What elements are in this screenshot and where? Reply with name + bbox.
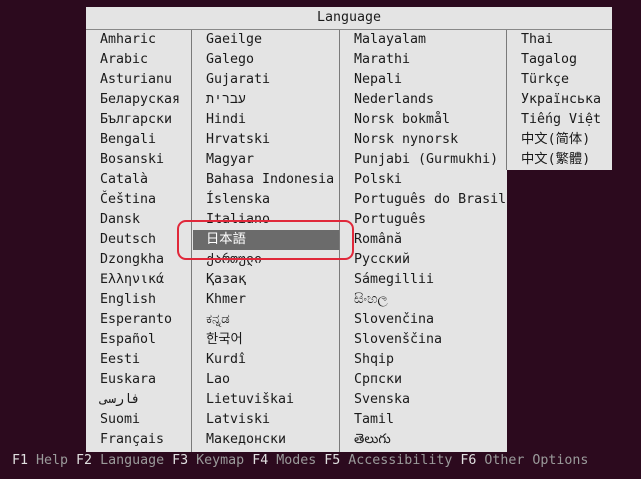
function-key-action: Modes <box>268 453 317 468</box>
function-key-action: Help <box>28 453 69 468</box>
language-item[interactable]: Eesti <box>100 350 191 370</box>
function-key-f1[interactable]: F1 Help <box>12 453 68 468</box>
language-item[interactable]: తెలుగు <box>354 430 506 450</box>
language-item[interactable]: Nederlands <box>354 90 506 110</box>
function-key-label: F4 <box>252 453 269 468</box>
language-item[interactable]: Gaeilge <box>192 30 339 50</box>
function-key-action: Other Options <box>476 453 589 468</box>
language-item[interactable]: Marathi <box>354 50 506 70</box>
language-item[interactable]: Lietuviškai <box>192 390 339 410</box>
language-item[interactable]: Íslenska <box>192 190 339 210</box>
language-item[interactable]: Slovenčina <box>354 310 506 330</box>
language-item[interactable]: Türkçe <box>521 70 612 90</box>
function-key-label: F3 <box>172 453 189 468</box>
language-item[interactable]: Tamil <box>354 410 506 430</box>
language-item[interactable]: Thai <box>521 30 612 50</box>
language-item[interactable]: Беларуская <box>100 90 191 110</box>
language-item[interactable]: Български <box>100 110 191 130</box>
language-item[interactable]: Hrvatski <box>192 130 339 150</box>
language-item[interactable]: Nepali <box>354 70 506 90</box>
language-item[interactable]: Tiếng Việt <box>521 110 612 130</box>
selection-annotation-ring <box>177 220 354 260</box>
function-key-f2[interactable]: F2 Language <box>76 453 164 468</box>
language-item[interactable]: Tagalog <box>521 50 612 70</box>
function-key-f3[interactable]: F3 Keymap <box>172 453 244 468</box>
language-item[interactable]: Malayalam <box>354 30 506 50</box>
language-item[interactable]: Ελληνικά <box>100 270 191 290</box>
language-item[interactable]: Kurdî <box>192 350 339 370</box>
dialog-title: Language <box>316 10 382 25</box>
language-item[interactable]: Galego <box>192 50 339 70</box>
language-item[interactable]: Македонски <box>192 430 339 450</box>
language-column-4: Thai Tagalog Türkçe Українська Tiếng Việt 中文(… <box>507 30 612 170</box>
language-item[interactable]: Español <box>100 330 191 350</box>
language-item[interactable]: Shqip <box>354 350 506 370</box>
language-column-3: Malayalam Marathi Nepali Nederlands Norsk bo… <box>340 30 506 450</box>
language-item[interactable]: Bahasa Indonesia <box>192 170 339 190</box>
language-item[interactable]: Română <box>354 230 506 250</box>
language-item[interactable]: Polski <box>354 170 506 190</box>
language-item[interactable]: Norsk bokmål <box>354 110 506 130</box>
language-item[interactable]: Português <box>354 210 506 230</box>
language-item[interactable]: עברית <box>192 90 339 110</box>
language-item[interactable]: Svenska <box>354 390 506 410</box>
function-key-action: Accessibility <box>340 453 453 468</box>
language-item[interactable]: Norsk nynorsk <box>354 130 506 150</box>
language-item[interactable]: 中文(繁體) <box>521 150 612 170</box>
language-item[interactable]: 한국어 <box>192 330 339 350</box>
language-item[interactable]: Français <box>100 430 191 450</box>
language-item[interactable]: Lao <box>192 370 339 390</box>
language-item[interactable]: Arabic <box>100 50 191 70</box>
language-item[interactable]: Khmer <box>192 290 339 310</box>
language-item[interactable]: Čeština <box>100 190 191 210</box>
language-item[interactable]: Українська <box>521 90 612 110</box>
language-item[interactable]: Magyar <box>192 150 339 170</box>
language-item[interactable]: Bosanski <box>100 150 191 170</box>
language-item[interactable]: Hindi <box>192 110 339 130</box>
language-item[interactable]: Slovenščina <box>354 330 506 350</box>
language-item[interactable]: English <box>100 290 191 310</box>
language-item[interactable]: Gujarati <box>192 70 339 90</box>
function-key-f6[interactable]: F6 Other Options <box>460 453 588 468</box>
function-key-label: F1 <box>12 453 29 468</box>
language-item[interactable]: Suomi <box>100 410 191 430</box>
function-key-action: Language <box>92 453 165 468</box>
language-item[interactable]: Sámegillii <box>354 270 506 290</box>
language-item[interactable]: Русский <box>354 250 506 270</box>
function-key-label: F5 <box>324 453 341 468</box>
language-item[interactable]: Bengali <box>100 130 191 150</box>
language-item[interactable]: Amharic <box>100 30 191 50</box>
language-item[interactable]: ಕನ್ನಡ <box>192 310 339 330</box>
language-item[interactable]: Esperanto <box>100 310 191 330</box>
language-column-1: Amharic Arabic Asturianu Беларуская Българск… <box>86 30 191 450</box>
language-item[interactable]: Latviski <box>192 410 339 430</box>
language-item[interactable]: Português do Brasil <box>354 190 506 210</box>
function-key-f4[interactable]: F4 Modes <box>252 453 316 468</box>
empty-area <box>507 170 612 452</box>
language-item[interactable]: فارسی <box>100 390 191 410</box>
function-key-label: F2 <box>76 453 93 468</box>
language-item[interactable]: Euskara <box>100 370 191 390</box>
function-key-action: Keymap <box>188 453 245 468</box>
language-item[interactable]: සිංහල <box>354 290 506 310</box>
function-key-bar: F1 Help F2 Language F3 Keymap F4 Modes F5 Ac… <box>12 451 596 471</box>
language-item[interactable]: Català <box>100 170 191 190</box>
language-item[interactable]: Asturianu <box>100 70 191 90</box>
function-key-f5[interactable]: F5 Accessibility <box>324 453 452 468</box>
language-item[interactable]: Српски <box>354 370 506 390</box>
language-item[interactable]: Қазақ <box>192 270 339 290</box>
language-item[interactable]: 中文(简体) <box>521 130 612 150</box>
function-key-label: F6 <box>460 453 477 468</box>
language-item[interactable]: Punjabi (Gurmukhi) <box>354 150 506 170</box>
